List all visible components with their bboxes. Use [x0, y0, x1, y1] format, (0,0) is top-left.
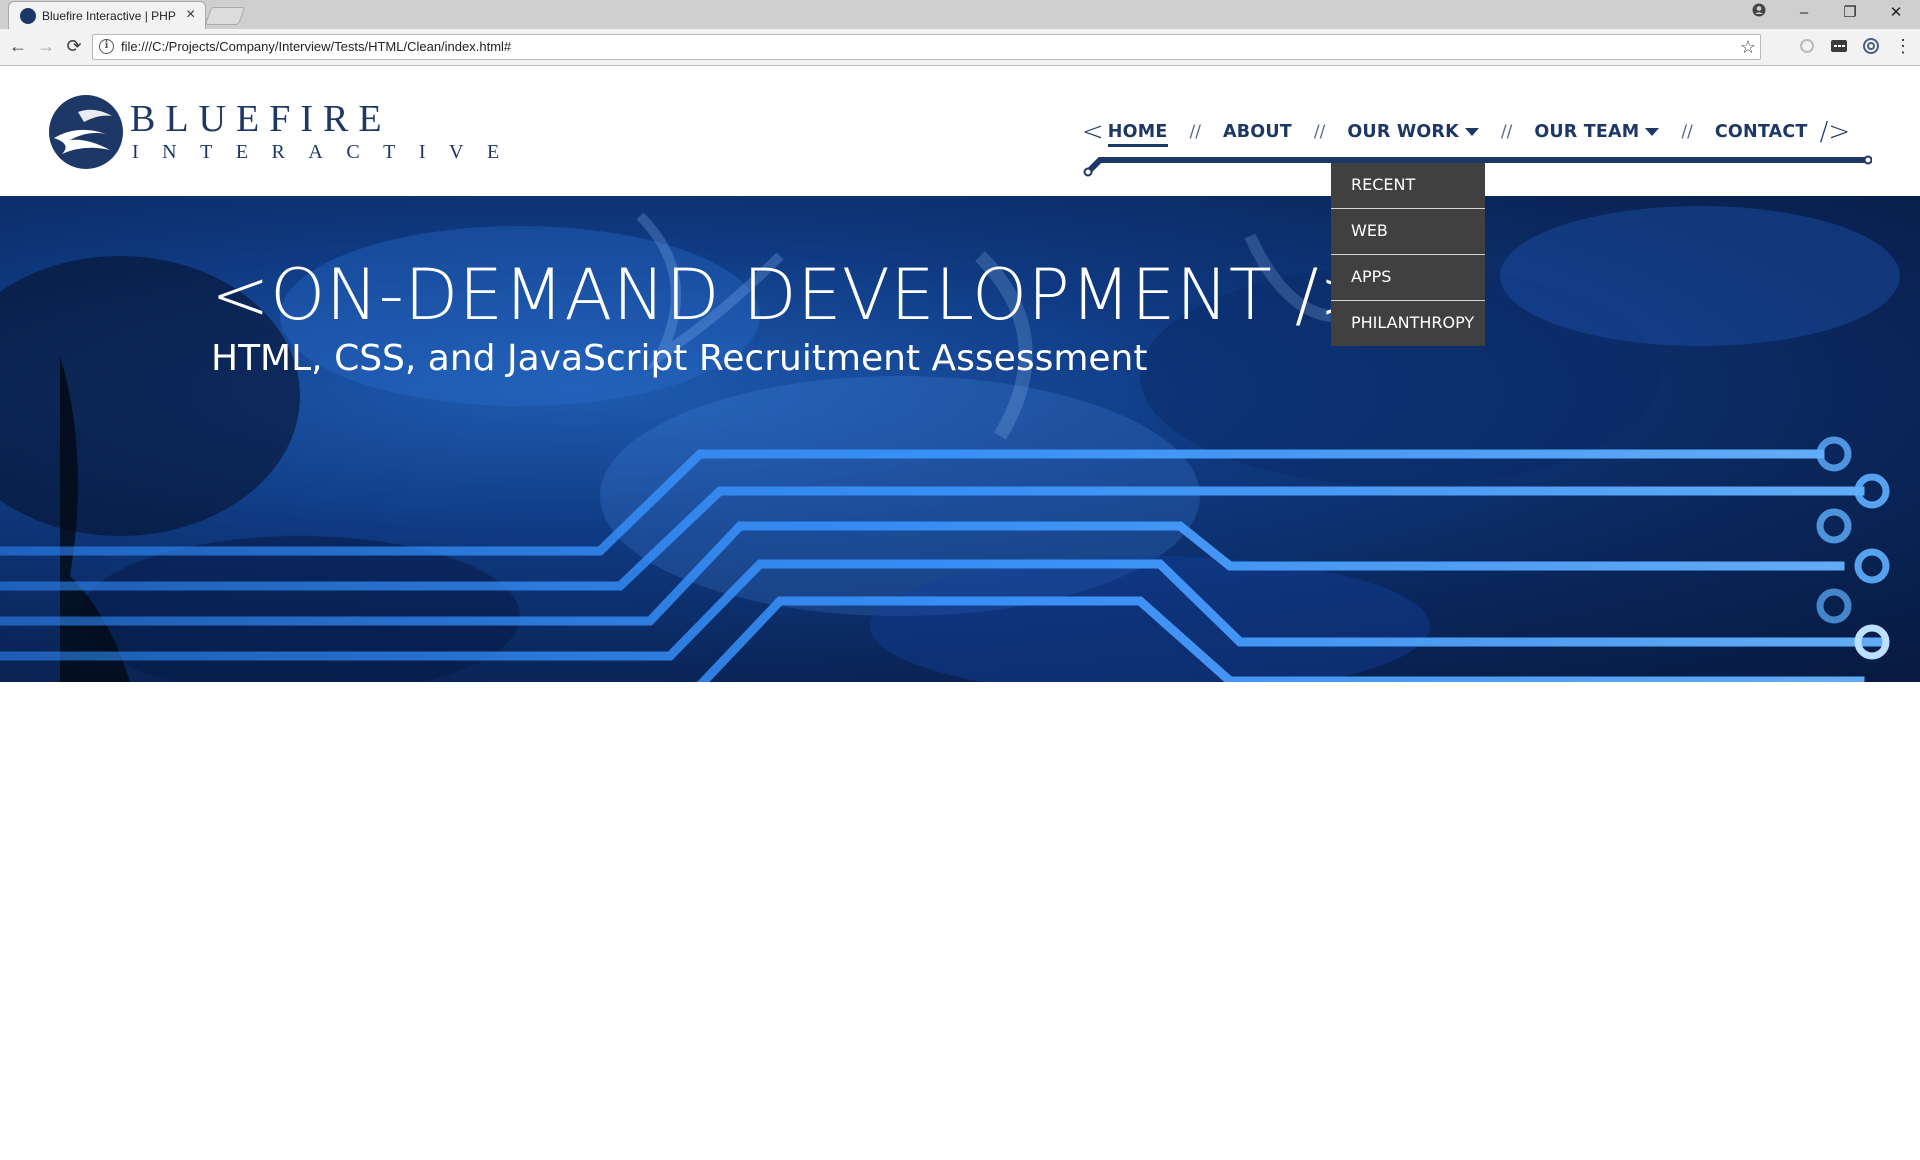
extension-shield-icon[interactable]	[1798, 37, 1816, 55]
nav-item-about[interactable]: ABOUT	[1223, 122, 1292, 142]
nav-open-bracket: <	[1082, 117, 1104, 147]
extension-at-icon[interactable]	[1862, 37, 1880, 55]
reload-button[interactable]: ⟳	[63, 35, 85, 57]
back-button[interactable]: ←	[7, 35, 29, 57]
new-tab-button[interactable]	[204, 7, 246, 25]
nav-item-contact[interactable]: CONTACT	[1715, 122, 1808, 142]
our-work-dropdown: RECENT WEB APPS PHILANTHROPY	[1331, 163, 1485, 346]
nav-item-our-team[interactable]: OUR TEAM	[1534, 122, 1660, 142]
bookmark-star-icon[interactable]: ☆	[1740, 36, 1756, 58]
logo-subname: INTERACTIVE	[132, 141, 523, 163]
info-icon[interactable]: i	[99, 39, 114, 54]
main-nav: < HOME // ABOUT // OUR WORK // OUR TEAM …	[1082, 117, 1850, 147]
minimize-button[interactable]: –	[1792, 3, 1816, 23]
browser-menu-button[interactable]: ⋮	[1892, 35, 1914, 57]
restore-button[interactable]: ❐	[1838, 3, 1862, 23]
profile-icon[interactable]	[1747, 3, 1771, 23]
dropdown-item-philanthropy[interactable]: PHILANTHROPY	[1331, 301, 1485, 346]
caret-down-icon	[1645, 128, 1660, 136]
close-window-button[interactable]: ✕	[1884, 3, 1908, 23]
browser-tab-bar: Bluefire Interactive | PHP × – ❐ ✕	[0, 0, 1920, 29]
nav-separator: //	[1189, 122, 1201, 142]
hero-banner: <ON-DEMAND DEVELOPMENT /> HTML, CSS, and…	[0, 196, 1920, 682]
url-text[interactable]: file:///C:/Projects/Company/Interview/Te…	[121, 39, 511, 54]
logo-name[interactable]: BLUEFIRE	[130, 97, 392, 141]
forward-button[interactable]: →	[35, 35, 57, 57]
nav-separator: //	[1681, 122, 1693, 142]
tab-title: Bluefire Interactive | PHP	[42, 9, 176, 23]
tab-close-button[interactable]: ×	[186, 6, 195, 24]
hero-subtitle: HTML, CSS, and JavaScript Recruitment As…	[211, 338, 1148, 379]
nav-item-our-team-label: OUR TEAM	[1534, 122, 1640, 142]
browser-toolbar: ← → ⟳ i file:///C:/Projects/Company/Inte…	[0, 29, 1920, 66]
caret-down-icon	[1464, 128, 1479, 136]
nav-item-our-work[interactable]: OUR WORK	[1347, 122, 1479, 142]
address-bar[interactable]: i file:///C:/Projects/Company/Interview/…	[92, 34, 1761, 60]
site-header: BLUEFIRE INTERACTIVE < HOME // ABOUT // …	[0, 67, 1920, 196]
extension-dots-icon[interactable]	[1830, 37, 1848, 55]
dropdown-item-web[interactable]: WEB	[1331, 209, 1485, 255]
hero-title: <ON-DEMAND DEVELOPMENT />	[211, 254, 1379, 336]
nav-separator: //	[1313, 122, 1326, 142]
nav-close-bracket: />	[1819, 117, 1851, 147]
browser-tab[interactable]: Bluefire Interactive | PHP ×	[8, 1, 206, 29]
dropdown-item-apps[interactable]: APPS	[1331, 255, 1485, 301]
dropdown-item-recent[interactable]: RECENT	[1331, 163, 1485, 209]
nav-separator: //	[1500, 122, 1513, 142]
favicon-icon	[20, 8, 36, 24]
nav-item-our-work-label: OUR WORK	[1347, 122, 1459, 142]
nav-item-home[interactable]: HOME	[1107, 122, 1168, 147]
bluefire-logo-icon[interactable]	[48, 94, 124, 170]
